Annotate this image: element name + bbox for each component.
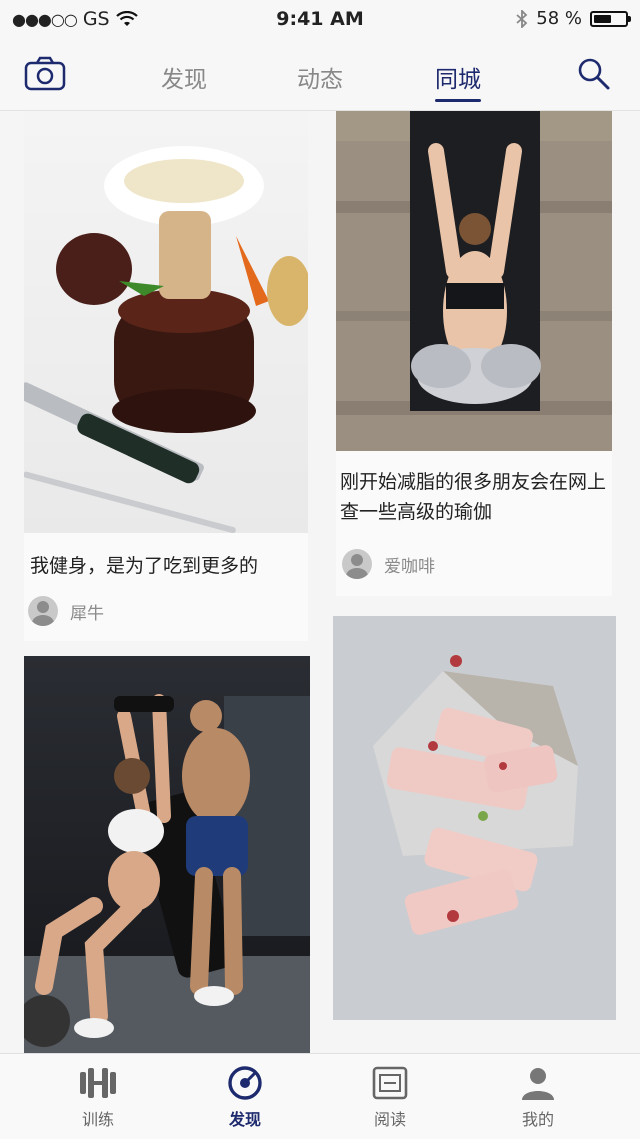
avatar[interactable] (28, 596, 58, 626)
dumbbell-icon (80, 1068, 116, 1098)
tab-activity[interactable]: 动态 (297, 60, 343, 94)
card-image[interactable] (336, 111, 612, 451)
bottom-tab-training[interactable]: 训练 (48, 1064, 148, 1130)
status-bar: ●●●○○ GS 9:41 AM 58 % (0, 0, 640, 40)
feed-card[interactable] (333, 616, 616, 1020)
bottom-tab-label: 发现 (228, 1110, 261, 1129)
bottom-tab-bar: 训练 发现 阅读 我的 (0, 1053, 640, 1139)
tab-label: 发现 (161, 67, 207, 93)
bottom-tab-label: 我的 (521, 1110, 554, 1129)
search-icon[interactable] (576, 56, 612, 92)
tab-local[interactable]: 同城 (435, 60, 481, 102)
tab-discover[interactable]: 发现 (161, 60, 207, 94)
card-title[interactable]: 刚开始减脂的很多朋友会在网上查一些高级的瑜伽 (340, 467, 612, 527)
author-name[interactable]: 犀牛 (70, 599, 104, 624)
tab-label: 动态 (297, 67, 343, 93)
profile-icon (522, 1068, 554, 1100)
bottom-tab-label: 训练 (81, 1110, 114, 1129)
bottom-tab-reading[interactable]: 阅读 (340, 1064, 440, 1130)
feed-card[interactable] (24, 656, 310, 1053)
bottom-tab-label: 阅读 (373, 1110, 406, 1129)
bottom-tab-discover[interactable]: 发现 (195, 1064, 295, 1130)
status-right: 58 % (516, 8, 631, 29)
bluetooth-icon (516, 9, 528, 28)
camera-icon[interactable] (24, 56, 66, 92)
battery-level (594, 14, 612, 23)
battery-percent: 58 % (536, 8, 582, 29)
bottom-tab-profile[interactable]: 我的 (488, 1064, 588, 1130)
feed-card[interactable]: 我健身，是为了吃到更多的 犀牛 (24, 111, 308, 641)
card-image[interactable] (333, 616, 616, 1020)
card-image[interactable] (24, 656, 310, 1053)
card-author[interactable]: 爱咖啡 (342, 549, 435, 579)
card-author[interactable]: 犀牛 (28, 596, 104, 626)
reader-icon (372, 1066, 408, 1100)
avatar[interactable] (342, 549, 372, 579)
author-name[interactable]: 爱咖啡 (384, 552, 435, 577)
card-image[interactable] (24, 111, 308, 533)
card-title[interactable]: 我健身，是为了吃到更多的 (30, 551, 302, 581)
top-nav: 发现 动态 同城 (0, 40, 640, 111)
tab-label: 同城 (435, 67, 481, 93)
compass-icon (228, 1066, 262, 1100)
feed-card[interactable]: 刚开始减脂的很多朋友会在网上查一些高级的瑜伽 爱咖啡 (336, 111, 612, 596)
feed[interactable]: 我健身，是为了吃到更多的 犀牛 刚开始减脂的很多朋友会在网上查一些高级的瑜伽 爱… (0, 111, 640, 1053)
active-tab-indicator (435, 99, 481, 102)
battery-icon (590, 10, 631, 27)
